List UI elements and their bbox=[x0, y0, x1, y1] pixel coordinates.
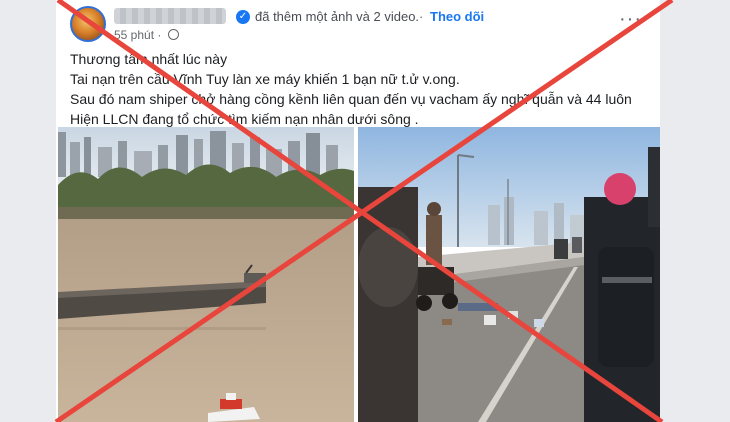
separator-dot: · bbox=[419, 9, 424, 24]
photo-river-barge[interactable] bbox=[58, 127, 354, 422]
photo-bridge-scene[interactable] bbox=[358, 127, 660, 422]
globe-icon bbox=[167, 29, 179, 40]
post-text-line: Thương tâm nhất lúc này bbox=[70, 51, 228, 67]
more-options-icon[interactable]: ··· bbox=[619, 8, 642, 31]
verified-badge-icon: ✓ bbox=[236, 10, 250, 24]
post-text-line: Hiện LLCN đang tổ chức tìm kiếm nạn nhân… bbox=[70, 111, 419, 127]
timestamp-link[interactable]: 55 phút bbox=[114, 28, 154, 42]
follow-button[interactable]: Theo dõi bbox=[430, 9, 484, 24]
post-meta: 55 phút · bbox=[114, 28, 179, 42]
post-text: Thương tâm nhất lúc này Tai nạn trên cầu… bbox=[70, 49, 650, 129]
avatar[interactable] bbox=[70, 6, 106, 42]
author-action-text: đã thêm một ảnh và 2 video. bbox=[255, 9, 420, 24]
post-header: ✓ đã thêm một ảnh và 2 video. · Theo dõi… bbox=[70, 6, 650, 46]
author-name-blurred[interactable] bbox=[114, 8, 226, 24]
post-text-line: Sau đó nam shiper chở hàng cồng kềnh liê… bbox=[70, 91, 632, 107]
meta-separator: · bbox=[157, 28, 162, 42]
facebook-post-card: ✓ đã thêm một ảnh và 2 video. · Theo dõi… bbox=[56, 0, 660, 422]
post-media bbox=[58, 127, 660, 422]
post-text-line: Tai nạn trên cầu Vĩnh Tuy làn xe máy khi… bbox=[70, 71, 460, 87]
